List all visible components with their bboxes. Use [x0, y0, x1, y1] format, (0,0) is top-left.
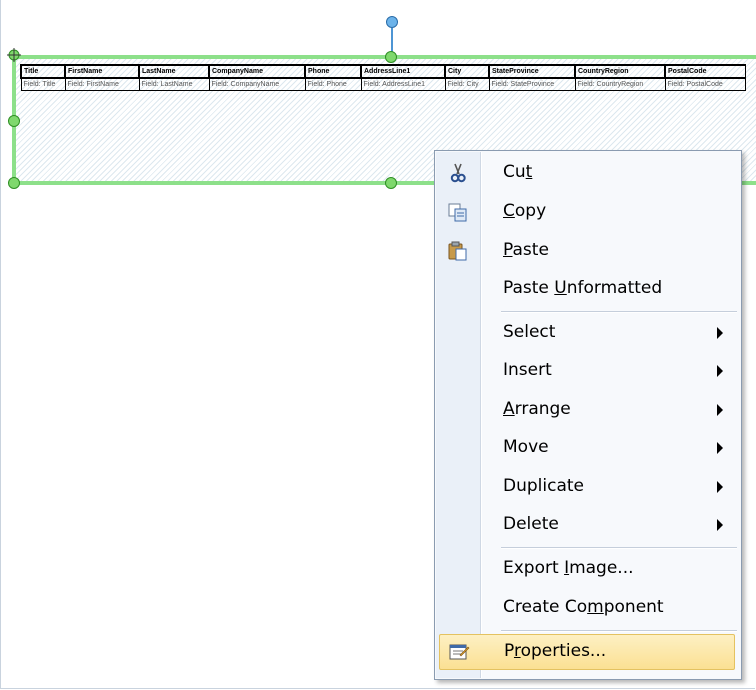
submenu-arrow-icon: [717, 519, 723, 531]
table-header-cell: City: [444, 64, 490, 79]
rotation-handle[interactable]: [386, 16, 398, 28]
scissors-icon: [450, 163, 466, 183]
menu-item-label: Cut: [503, 162, 533, 182]
menu-item-label: Create Component: [503, 597, 664, 617]
menu-separator: [501, 547, 737, 549]
menu-separator: [501, 630, 737, 632]
resize-handle-left[interactable]: [8, 115, 20, 127]
table-header-cell: CountryRegion: [574, 64, 666, 79]
table-cell: Field: Title: [20, 77, 66, 91]
table-header-cell: FirstName: [64, 64, 140, 79]
menu-item-properties[interactable]: Properties...: [439, 634, 735, 670]
menu-item-label: Duplicate: [503, 476, 584, 496]
submenu-arrow-icon: [717, 481, 723, 493]
table-cell: Field: AddressLine1: [360, 77, 446, 91]
move-handle-icon[interactable]: [7, 48, 21, 62]
copy-icon: [448, 203, 467, 222]
menu-item-label: Arrange: [503, 399, 571, 419]
context-menu: Cut Copy Paste Paste Unformatted Select …: [434, 150, 742, 680]
menu-item-label: Properties...: [504, 641, 607, 661]
table-cell: Field: City: [444, 77, 490, 91]
resize-handle-top[interactable]: [385, 51, 397, 63]
menu-item-paste[interactable]: Paste: [437, 233, 739, 269]
menu-item-select[interactable]: Select: [437, 315, 739, 351]
menu-item-cut[interactable]: Cut: [437, 155, 739, 191]
table-header-cell: AddressLine1: [360, 64, 446, 79]
table-header-cell: PostalCode: [664, 64, 746, 79]
table-cell: Field: LastName: [138, 77, 210, 91]
menu-item-label: Delete: [503, 514, 559, 534]
design-canvas[interactable]: Title FirstName LastName CompanyName Pho…: [0, 0, 756, 690]
menu-separator: [501, 311, 737, 313]
paste-icon: [448, 241, 467, 261]
resize-handle-bottom[interactable]: [385, 177, 397, 189]
table-cell: Field: PostalCode: [664, 77, 746, 91]
menu-item-duplicate[interactable]: Duplicate: [437, 469, 739, 505]
table-cell: Field: Phone: [304, 77, 362, 91]
submenu-arrow-icon: [717, 327, 723, 339]
menu-item-export-image[interactable]: Export Image...: [437, 551, 739, 587]
properties-icon: [449, 644, 470, 660]
data-table[interactable]: Title FirstName LastName CompanyName Pho…: [20, 64, 746, 91]
menu-item-copy[interactable]: Copy: [437, 194, 739, 230]
submenu-arrow-icon: [717, 442, 723, 454]
menu-item-label: Insert: [503, 360, 552, 380]
menu-item-label: Paste Unformatted: [503, 278, 663, 298]
submenu-arrow-icon: [717, 404, 723, 416]
table-header-cell: Phone: [304, 64, 362, 79]
table-header-cell: CompanyName: [208, 64, 306, 79]
menu-item-move[interactable]: Move: [437, 430, 739, 466]
menu-item-label: Copy: [503, 201, 547, 221]
menu-item-label: Select: [503, 322, 556, 342]
menu-item-label: Move: [503, 437, 549, 457]
table-header-cell: LastName: [138, 64, 210, 79]
table-header-cell: StateProvince: [488, 64, 576, 79]
menu-item-label: Paste: [503, 240, 549, 260]
table-cell: Field: CountryRegion: [574, 77, 666, 91]
submenu-arrow-icon: [717, 365, 723, 377]
table-cell: Field: CompanyName: [208, 77, 306, 91]
table-row: Field: Title Field: FirstName Field: Las…: [20, 77, 746, 91]
menu-item-paste-unformatted[interactable]: Paste Unformatted: [437, 271, 739, 307]
resize-handle-bottom-left[interactable]: [8, 177, 20, 189]
menu-item-create-component[interactable]: Create Component: [437, 590, 739, 626]
table-cell: Field: StateProvince: [488, 77, 576, 91]
menu-item-delete[interactable]: Delete: [437, 507, 739, 543]
table-header-row: Title FirstName LastName CompanyName Pho…: [20, 64, 746, 79]
table-cell: Field: FirstName: [64, 77, 140, 91]
menu-item-insert[interactable]: Insert: [437, 353, 739, 389]
menu-item-label: Export Image...: [503, 558, 634, 578]
menu-item-arrange[interactable]: Arrange: [437, 392, 739, 428]
table-header-cell: Title: [20, 64, 66, 79]
